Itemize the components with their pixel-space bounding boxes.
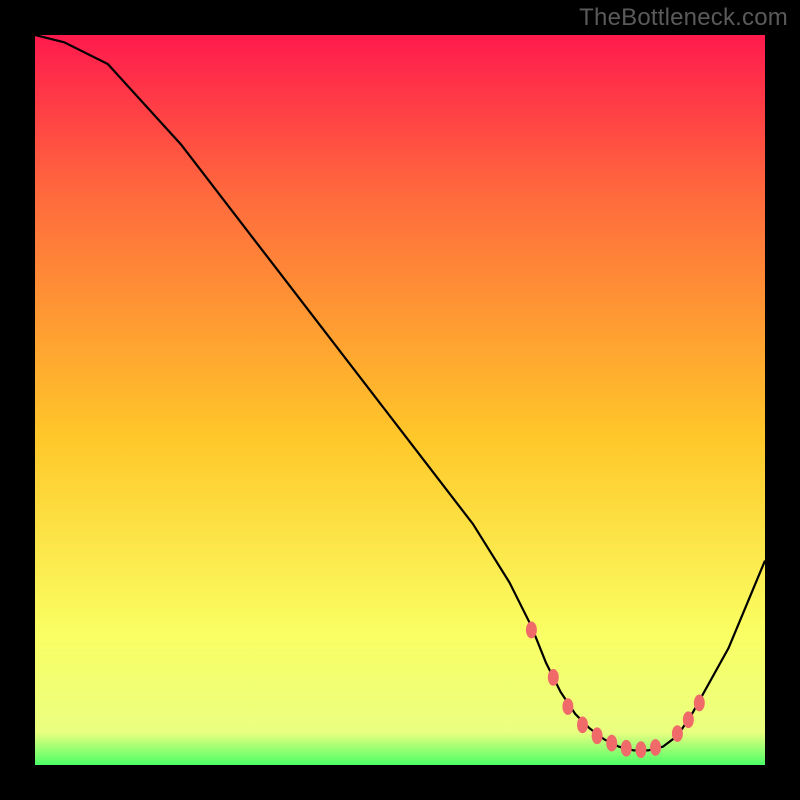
chart-frame: TheBottleneck.com [0,0,800,800]
marker-dot [683,711,694,728]
marker-dot [635,741,646,758]
marker-dot [672,725,683,742]
marker-dot [577,716,588,733]
marker-dot [548,669,559,686]
gradient-background [35,35,765,765]
watermark-text: TheBottleneck.com [579,4,788,32]
marker-dot [526,622,537,639]
marker-dot [562,698,573,715]
marker-dot [606,735,617,752]
marker-dot [621,740,632,757]
plot-area [35,35,765,765]
marker-dot [694,695,705,712]
marker-dot [592,727,603,744]
marker-dot [650,739,661,756]
plot-svg [35,35,765,765]
